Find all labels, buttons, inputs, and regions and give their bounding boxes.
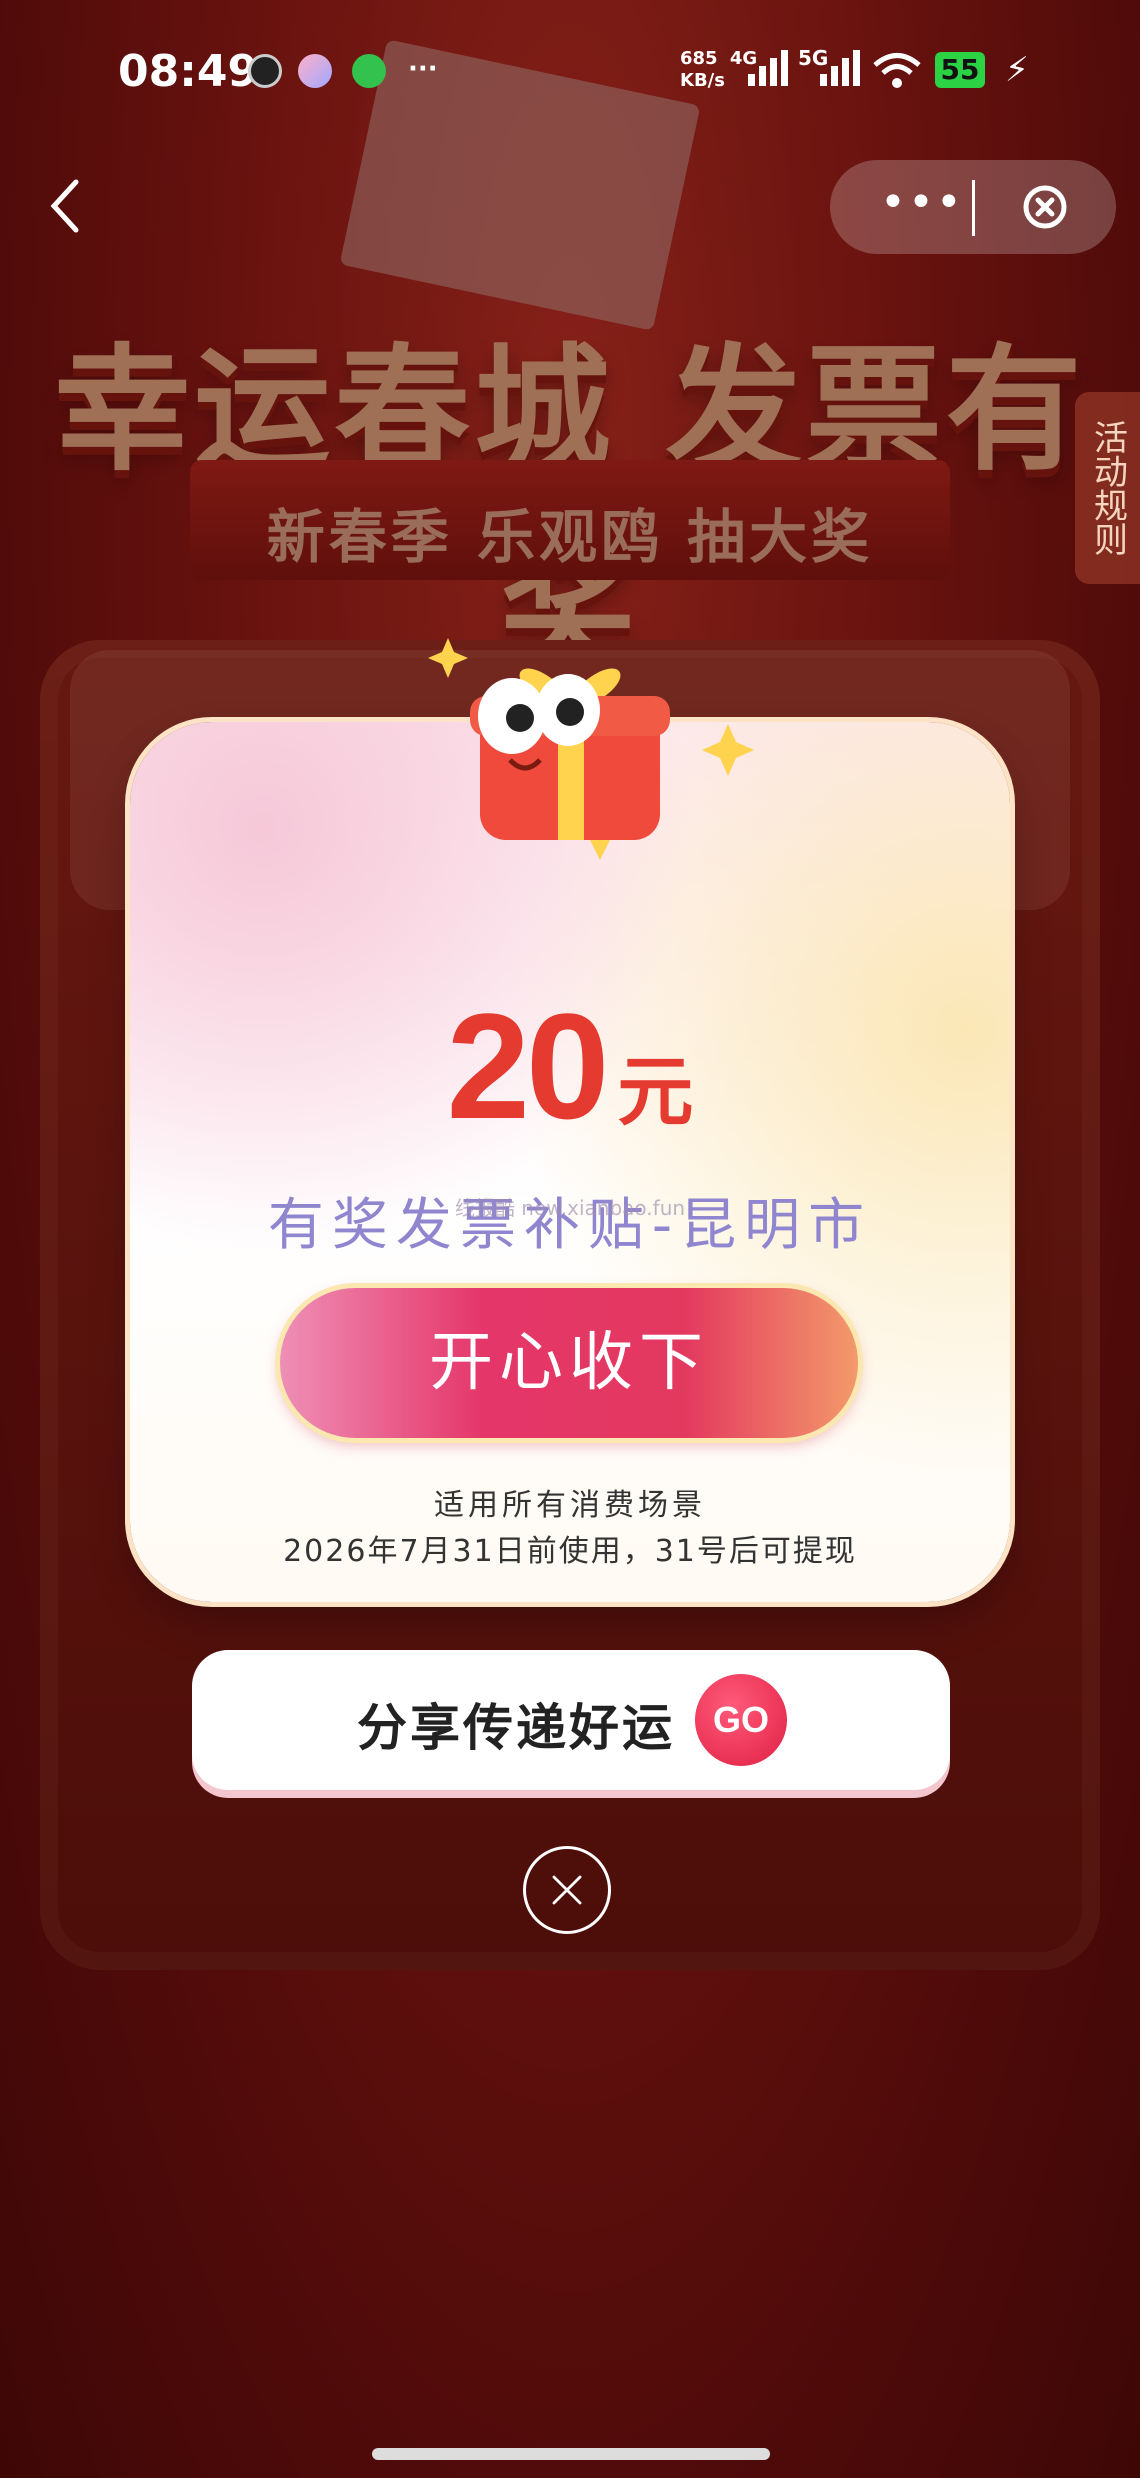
status-time: 08:49 (118, 46, 259, 97)
close-miniprogram-icon[interactable] (1022, 184, 1068, 230)
network-speed-value: 685 (680, 48, 718, 69)
expiry-note: 2026年7月31日前使用，31号后可提现 (283, 1534, 857, 1569)
network-speed-unit: KB/s (680, 70, 725, 91)
charging-icon: ⚡ (1005, 50, 1029, 90)
activity-rules-tab[interactable]: 活动规则 (1075, 392, 1140, 584)
reward-amount-value: 20 (446, 982, 610, 1150)
gift-box-mascot-icon (428, 638, 754, 860)
capsule-divider (972, 180, 975, 236)
back-arrow-icon[interactable] (42, 176, 92, 236)
signal-icon-2 (820, 50, 860, 86)
battery-icon: 55 (935, 52, 985, 88)
share-go-button[interactable]: GO (695, 1674, 787, 1766)
more-menu-icon[interactable]: ••• (880, 181, 964, 225)
signal-icon (748, 50, 788, 86)
bolt-icon (352, 54, 386, 88)
reward-amount: 20 元 (0, 980, 1140, 1153)
wifi-icon (873, 53, 921, 88)
more-dots-icon: ··· (408, 54, 438, 84)
network-speed: 685 4G KB/s (680, 48, 757, 92)
mini-program-capsule: ••• (830, 160, 1116, 254)
reward-amount-unit: 元 (617, 1047, 694, 1136)
usage-scope-note: 适用所有消费场景 (434, 1488, 706, 1523)
close-modal-icon[interactable] (523, 1846, 611, 1934)
share-luck-label: 分享传递好运 (357, 1699, 675, 1757)
play-icon (298, 54, 332, 88)
watermark: 线报酷 new.xianbao.fun (454, 1196, 686, 1220)
status-bar: 08:49 ··· 685 4G KB/s 5G 55 ⚡ (0, 0, 1140, 130)
accept-reward-button[interactable]: 开心收下 (280, 1288, 858, 1438)
home-indicator[interactable] (372, 2448, 770, 2460)
clock-icon (248, 54, 282, 88)
share-luck-button[interactable]: 分享传递好运 GO (192, 1650, 950, 1790)
